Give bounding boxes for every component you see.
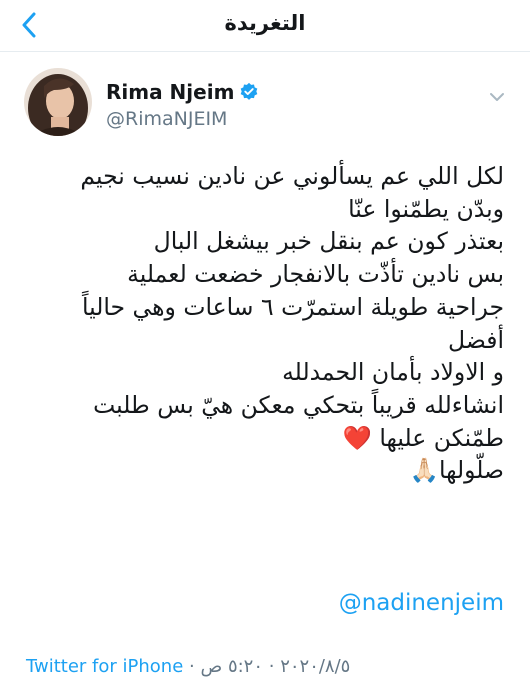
tweet-line: بعتذر كون عم بنقل خبر بيشغل البال	[153, 227, 504, 256]
meta-separator: ·	[183, 656, 201, 677]
mention-link[interactable]: @nadinenjeim	[339, 590, 504, 616]
verified-badge-icon	[241, 82, 258, 100]
tweet-line: أفضل	[448, 325, 504, 354]
more-options-button[interactable]	[486, 86, 508, 108]
author-name[interactable]: Rima Njeim	[106, 80, 259, 104]
tweet-meta: Twitter for iPhone · ٢٠٢٠/٨/٥ · ٥:٢٠ ص	[26, 656, 350, 677]
top-bar: التغريدة	[0, 0, 530, 52]
author-handle[interactable]: @RimaNJEIM	[106, 108, 227, 130]
page-title: التغريدة	[224, 11, 306, 35]
source-link[interactable]: Twitter for iPhone	[26, 656, 183, 677]
tweet-line: انشاءلله قريباً بتحكي معكن هيّ بس طلبت	[93, 390, 504, 419]
tweet-line: صلّولها🙏🏻	[409, 456, 504, 485]
tweet-line: بس نادين تأذّت بالانفجار خضعت لعملية	[127, 260, 504, 289]
avatar[interactable]	[24, 68, 92, 136]
tweet-time: ٥:٢٠ ص	[200, 656, 264, 677]
tweet-line: و الاولاد بأمان الحمدلله	[282, 358, 504, 387]
tweet-text: لكل اللي عم يسألوني عن نادين نسيب نجيم و…	[26, 160, 504, 487]
chevron-down-icon	[490, 93, 504, 101]
tweet-date: ٢٠٢٠/٨/٥	[280, 656, 351, 677]
author-name-text: Rima Njeim	[106, 80, 235, 104]
meta-separator: ·	[263, 656, 281, 677]
tweet-line: طمّنكن عليها ❤️	[342, 423, 504, 452]
tweet-line: لكل اللي عم يسألوني عن نادين نسيب نجيم	[80, 162, 504, 190]
tweet-line: وبدّن يطمّنوا عنّا	[348, 194, 504, 223]
tweet-line: جراحية طويلة استمرّت ٦ ساعات وهي حالياً	[81, 292, 504, 321]
